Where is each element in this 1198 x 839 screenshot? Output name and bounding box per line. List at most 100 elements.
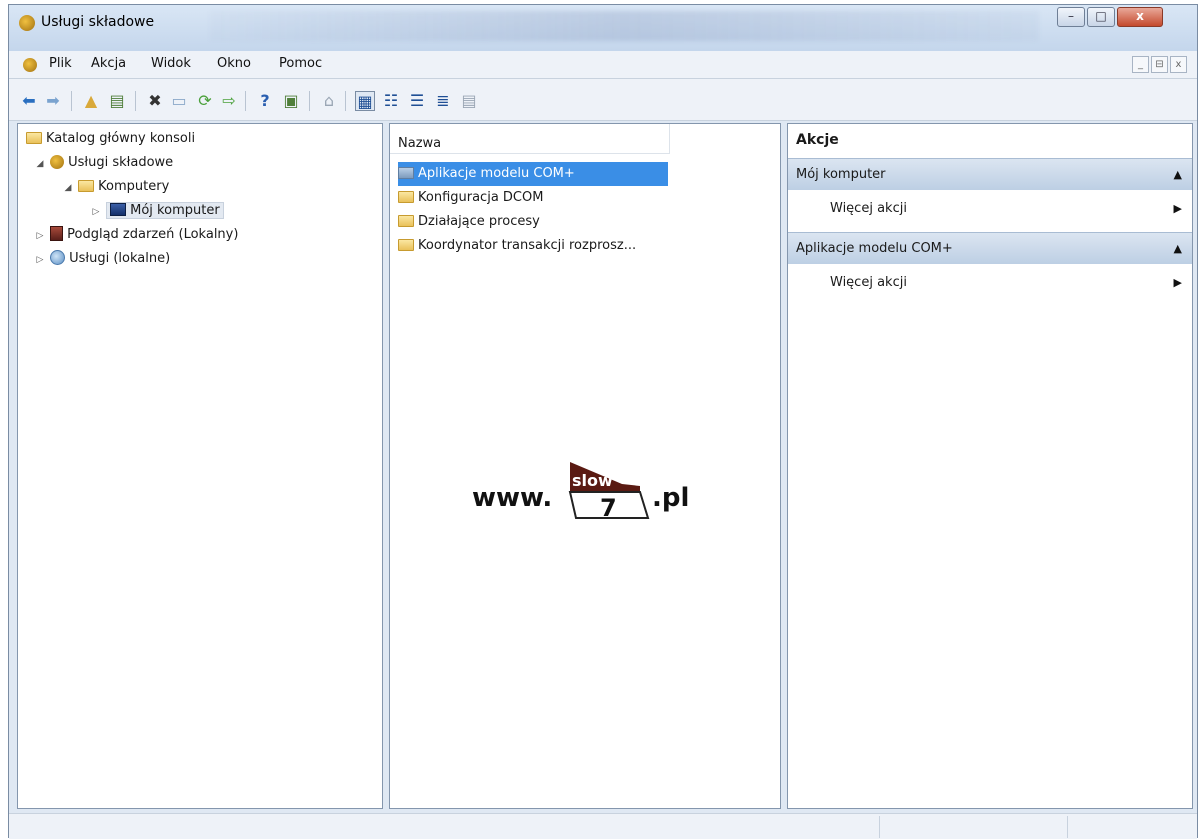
list-item[interactable]: Aplikacje modelu COM+	[398, 162, 668, 186]
disabled-tool-icon[interactable]: ⌂	[319, 91, 339, 111]
action-section-my-computer[interactable]: Mój komputer ▲	[788, 158, 1192, 190]
list-item-label: Działające procesy	[418, 214, 540, 229]
computer-icon	[110, 203, 127, 216]
up-folder-icon[interactable]: ▲	[81, 91, 101, 111]
title-bar-background	[209, 11, 1039, 41]
mdi-restore-button[interactable]: ⊟	[1151, 56, 1168, 73]
status-segment	[1067, 816, 1068, 838]
action-pane-icon[interactable]: ▣	[281, 91, 301, 111]
watermark-logo-graphic: www. slow 7 .pl	[472, 462, 689, 522]
small-icons-view-icon[interactable]: ☷	[381, 91, 401, 111]
menu-akcja[interactable]: Akcja	[91, 56, 126, 71]
column-header-name[interactable]: Nazwa	[390, 124, 670, 154]
more-actions-my-computer[interactable]: Więcej akcji ▶	[788, 194, 1192, 224]
action-section-label: Aplikacje modelu COM+	[796, 241, 953, 256]
menu-plik[interactable]: Plik	[49, 56, 72, 71]
mdi-minimize-button[interactable]: _	[1132, 56, 1149, 73]
component-services-icon	[50, 154, 65, 169]
menu-pomoc[interactable]: Pomoc	[279, 56, 322, 71]
expand-arrow-icon[interactable]: ▷	[34, 249, 46, 271]
tree-node-my-computer[interactable]: ▷ Mój komputer	[90, 200, 224, 222]
selected-node-highlight: Mój komputer	[106, 202, 224, 219]
more-actions-com-applications[interactable]: Więcej akcji ▶	[788, 268, 1192, 298]
component-services-icon	[19, 15, 35, 31]
console-tree-pane: Katalog główny konsoli ◢ Usługi składowe…	[17, 123, 383, 809]
maximize-button[interactable]: □	[1087, 7, 1115, 27]
collapse-up-icon[interactable]: ▲	[1174, 159, 1182, 191]
toolbar-separator	[135, 91, 136, 111]
app-window: Usługi składowe – □ x Plik Akcja Widok O…	[8, 4, 1198, 839]
status-view-icon[interactable]: ▤	[459, 91, 479, 111]
action-label: Więcej akcji	[830, 201, 907, 216]
status-bar	[9, 813, 1197, 839]
expand-arrow-icon[interactable]: ▷	[34, 225, 46, 247]
toolbar-separator	[71, 91, 72, 111]
back-icon[interactable]: ⬅	[19, 91, 39, 111]
list-item-label: Aplikacje modelu COM+	[418, 166, 575, 181]
list-item[interactable]: Konfiguracja DCOM	[398, 186, 668, 210]
close-button[interactable]: x	[1117, 7, 1163, 27]
submenu-arrow-icon: ▶	[1173, 202, 1182, 215]
logo-top-text: slow	[572, 471, 613, 490]
event-viewer-icon	[50, 226, 64, 241]
watermark-suffix: .pl	[652, 483, 689, 513]
large-icons-view-icon[interactable]: ▦	[355, 91, 375, 111]
menu-bar: Plik Akcja Widok Okno Pomoc _ ⊟ x	[9, 51, 1197, 79]
export-list-icon[interactable]: ⇨	[219, 91, 239, 111]
tree-node-label: Komputery	[98, 179, 170, 194]
menu-widok[interactable]: Widok	[151, 56, 191, 71]
watermark-prefix: www.	[472, 483, 552, 513]
com-applications-icon	[398, 166, 414, 179]
forward-icon[interactable]: ➡	[43, 91, 63, 111]
show-hide-tree-icon[interactable]: ▤	[107, 91, 127, 111]
watermark-logo: www. slow 7 .pl	[472, 458, 702, 538]
toolbar-separator	[245, 91, 246, 111]
tree-node-label: Usługi składowe	[68, 155, 174, 170]
tree-node-computers[interactable]: ◢ Komputery	[62, 176, 170, 199]
mdi-controls: _ ⊟ x	[1130, 56, 1187, 73]
toolbar-separator	[345, 91, 346, 111]
list-item[interactable]: Działające procesy	[398, 210, 668, 234]
list-view-icon[interactable]: ☰	[407, 91, 427, 111]
menu-okno[interactable]: Okno	[217, 56, 251, 71]
system-menu-icon[interactable]	[23, 58, 37, 72]
action-section-com-applications[interactable]: Aplikacje modelu COM+ ▲	[788, 232, 1192, 264]
tree-node-label: Usługi (lokalne)	[69, 251, 171, 266]
mdi-close-button[interactable]: x	[1170, 56, 1187, 73]
list-item-label: Koordynator transakcji rozprosz...	[418, 238, 637, 253]
collapse-arrow-icon[interactable]: ◢	[62, 177, 74, 199]
tree-node-console-root[interactable]: Katalog główny konsoli	[26, 128, 195, 150]
tree-node-label: Mój komputer	[130, 203, 220, 218]
folder-icon	[398, 238, 414, 251]
window-title: Usługi składowe	[41, 14, 155, 30]
services-icon	[50, 250, 66, 265]
tree-node-component-services[interactable]: ◢ Usługi składowe	[34, 152, 173, 174]
toolbar-separator	[309, 91, 310, 111]
tree-node-services-local[interactable]: ▷ Usługi (lokalne)	[34, 248, 170, 270]
title-bar: Usługi składowe – □ x	[9, 5, 1197, 51]
status-segment	[879, 816, 880, 838]
logo-digit: 7	[600, 494, 617, 522]
delete-icon[interactable]: ✖	[145, 91, 165, 111]
list-item-label: Konfiguracja DCOM	[418, 190, 544, 205]
submenu-arrow-icon: ▶	[1173, 276, 1182, 289]
collapse-arrow-icon[interactable]: ◢	[34, 153, 46, 175]
minimize-button[interactable]: –	[1057, 7, 1085, 27]
expand-arrow-icon[interactable]: ▷	[90, 201, 102, 223]
properties-icon[interactable]: ▭	[169, 91, 189, 111]
folder-icon	[78, 179, 95, 192]
collapse-up-icon[interactable]: ▲	[1174, 233, 1182, 265]
actions-pane: Akcje Mój komputer ▲ Więcej akcji ▶ Apli…	[787, 123, 1193, 809]
folder-icon	[398, 190, 414, 203]
folder-icon	[398, 214, 414, 227]
actions-pane-title: Akcje	[796, 132, 839, 148]
tree-node-label: Podgląd zdarzeń (Lokalny)	[67, 227, 239, 242]
list-item[interactable]: Koordynator transakcji rozprosz...	[398, 234, 668, 258]
folder-icon	[26, 131, 42, 144]
help-icon[interactable]: ?	[255, 91, 275, 111]
details-view-icon[interactable]: ≣	[433, 91, 453, 111]
refresh-icon[interactable]: ⟳	[195, 91, 215, 111]
toolbar: ⬅ ➡ ▲ ▤ ✖ ▭ ⟳ ⇨ ? ▣ ⌂ ▦ ☷ ☰ ≣ ▤	[9, 79, 1197, 121]
tree-node-label: Katalog główny konsoli	[46, 131, 196, 146]
tree-node-event-viewer[interactable]: ▷ Podgląd zdarzeń (Lokalny)	[34, 224, 238, 246]
